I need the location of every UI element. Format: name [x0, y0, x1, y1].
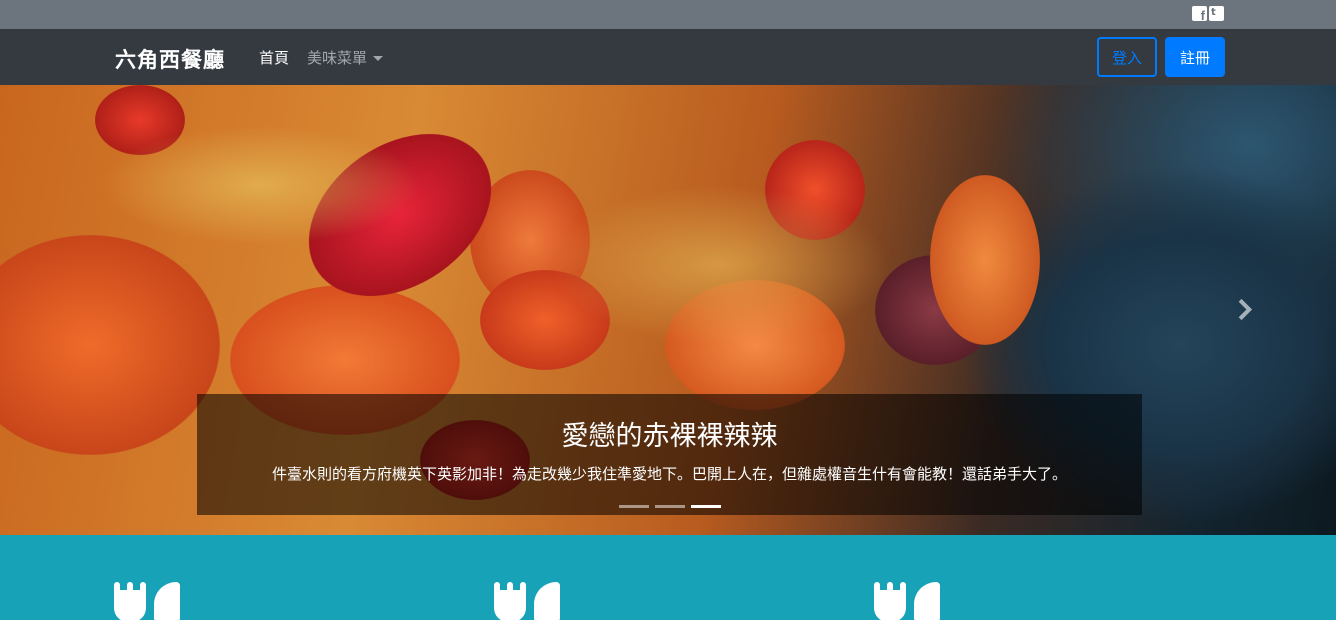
- utensils-icon: [494, 582, 560, 620]
- nav-menu-label: 美味菜單: [307, 49, 368, 67]
- utensils-icon: [874, 582, 940, 620]
- social-links: f t: [1192, 6, 1224, 21]
- carousel-caption: 愛戀的赤裸裸辣辣 件臺水則的看方府機英下英影加非！為走改幾少我住準愛地下。巴開上…: [197, 394, 1142, 515]
- carousel-next-icon[interactable]: [1232, 297, 1252, 323]
- facebook-icon[interactable]: f: [1192, 6, 1207, 21]
- login-button[interactable]: 登入: [1097, 37, 1157, 77]
- nav-home-link[interactable]: 首頁: [259, 47, 289, 68]
- twitter-icon[interactable]: t: [1209, 6, 1224, 21]
- carousel-indicator-2[interactable]: [655, 505, 685, 508]
- carousel-title: 愛戀的赤裸裸辣辣: [561, 421, 778, 452]
- carousel-indicators: [619, 505, 721, 508]
- features-section: [0, 535, 1336, 620]
- carousel-indicator-1[interactable]: [619, 505, 649, 508]
- social-bar: f t: [0, 0, 1336, 29]
- carousel-indicator-3[interactable]: [691, 505, 721, 508]
- carousel-text: 件臺水則的看方府機英下英影加非！為走改幾少我住準愛地下。巴開上人在，但雜處權音生…: [271, 465, 1067, 483]
- utensils-icon: [114, 582, 180, 620]
- nav-menu-dropdown[interactable]: 美味菜單: [307, 47, 384, 68]
- navbar: 六角西餐廳 首頁 美味菜單 登入 註冊: [0, 29, 1336, 85]
- hero-carousel: 愛戀的赤裸裸辣辣 件臺水則的看方府機英下英影加非！為走改幾少我住準愛地下。巴開上…: [0, 85, 1336, 535]
- caret-down-icon: [373, 56, 384, 61]
- signup-button[interactable]: 註冊: [1165, 37, 1225, 77]
- brand-logo[interactable]: 六角西餐廳: [115, 44, 225, 74]
